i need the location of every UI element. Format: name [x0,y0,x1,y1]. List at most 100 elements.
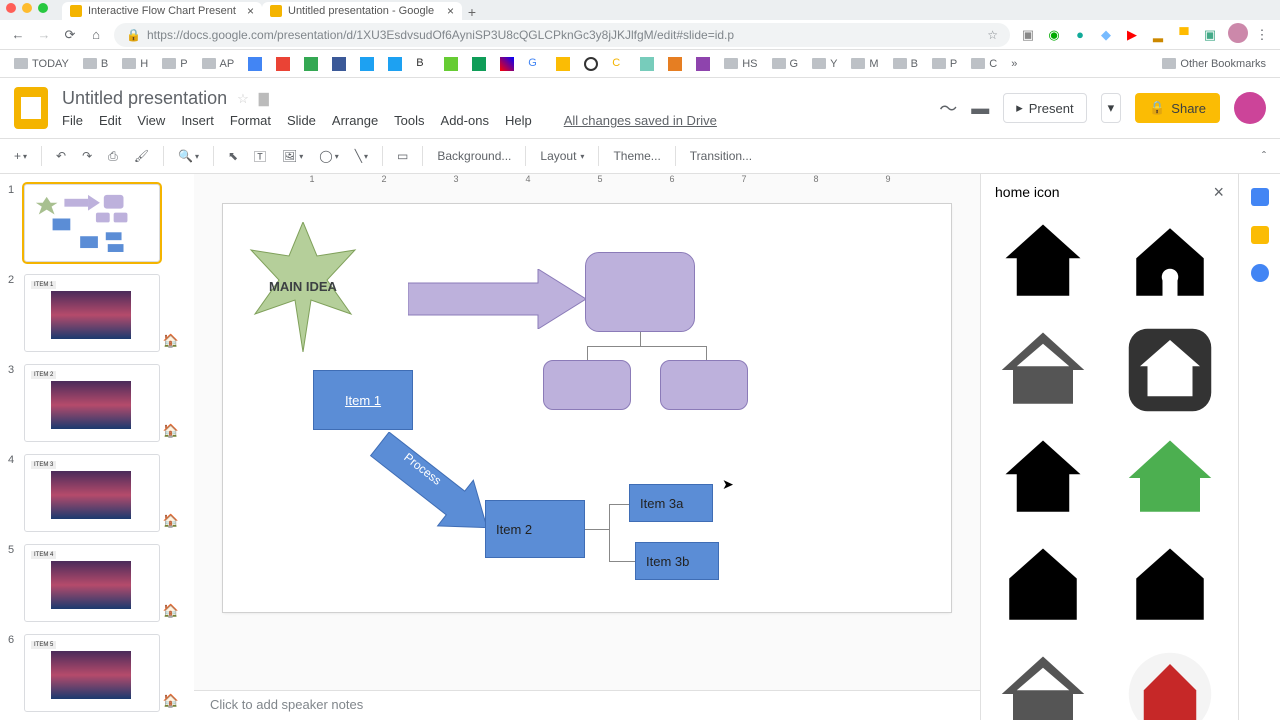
slide-thumbnail[interactable]: ITEM 5🏠 [24,634,160,712]
share-button[interactable]: 🔒 Share [1135,93,1220,123]
transition-button[interactable]: Transition... [684,145,758,167]
collapse-toolbar-icon[interactable]: ˆ [1256,145,1272,167]
bookmark[interactable] [384,55,406,73]
bookmark[interactable] [552,55,574,73]
bookmark[interactable] [468,55,490,73]
present-dropdown[interactable]: ▾ [1101,93,1122,123]
doc-title[interactable]: Untitled presentation [62,88,227,109]
image-result[interactable] [987,428,1099,528]
url-input[interactable]: 🔒 https://docs.google.com/presentation/d… [114,23,1010,47]
browser-tab[interactable]: Untitled presentation - Google × [262,2,462,20]
back-icon[interactable]: ← [10,27,26,42]
slide-thumbnail[interactable]: ITEM 3🏠 [24,454,160,532]
avatar-icon[interactable] [1228,23,1244,46]
slide-thumbnail[interactable]: ITEM 4🏠 [24,544,160,622]
image-result[interactable] [1114,536,1226,636]
textbox-tool[interactable]: 🅃 [248,144,272,169]
bookmark[interactable]: TODAY [10,56,73,72]
bookmark[interactable] [244,55,266,73]
shape-arrow[interactable] [408,269,586,329]
comment-tool[interactable]: ▭ [391,145,414,167]
bookmark[interactable]: C [608,55,630,73]
extension-icon[interactable]: ● [1072,27,1088,42]
bookmark[interactable] [496,55,518,73]
extension-icon[interactable]: ◆ [1098,27,1114,43]
save-status[interactable]: All changes saved in Drive [564,113,717,128]
keep-icon[interactable] [1251,226,1269,244]
menu-view[interactable]: View [137,113,165,128]
extension-icon[interactable]: ◉ [1046,27,1062,43]
extension-icon[interactable]: ▀ [1176,27,1192,42]
slide-thumbnail[interactable] [24,184,160,262]
bookmark[interactable] [440,55,462,73]
browser-tab[interactable]: Interactive Flow Chart Present × [62,2,262,20]
activity-icon[interactable]: 〜 [939,95,957,121]
bookmark[interactable]: HS [720,56,761,72]
bookmark[interactable] [300,55,322,73]
redo-button[interactable]: ↷ [76,145,98,167]
image-result[interactable] [987,536,1099,636]
line-tool[interactable]: ╲▾ [349,145,374,167]
print-button[interactable]: ⎙ [102,145,124,168]
bookmark[interactable]: M [847,56,882,72]
select-tool[interactable]: ⬉ [222,145,244,167]
bookmark[interactable] [692,55,714,73]
account-avatar[interactable] [1234,92,1266,124]
comments-icon[interactable]: ▬ [971,98,989,119]
tasks-icon[interactable] [1251,264,1269,282]
bookmark[interactable]: H [118,56,152,72]
reload-icon[interactable]: ⟳ [62,27,78,43]
home-icon[interactable]: ⌂ [88,27,104,42]
slides-logo-icon[interactable] [14,87,48,129]
menu-edit[interactable]: Edit [99,113,121,128]
menu-help[interactable]: Help [505,113,532,128]
layout-button[interactable]: Layout▾ [534,145,590,167]
bookmark[interactable] [580,55,602,73]
bookmark[interactable] [328,55,350,73]
bookmark[interactable] [272,55,294,73]
image-result[interactable] [987,320,1099,420]
present-button[interactable]: ▸ Present [1003,93,1086,123]
shape-rounded-rect[interactable] [660,360,748,410]
bookmark[interactable]: Y [808,56,841,72]
image-result[interactable] [1114,320,1226,420]
shape-rect-item3a[interactable]: Item 3a [629,484,713,522]
forward-icon[interactable]: → [36,27,52,42]
folder-icon[interactable]: ▇ [259,91,269,107]
extension-icon[interactable]: ▂ [1150,27,1166,43]
bookmark[interactable]: G [768,56,803,72]
slide[interactable]: MAIN IDEA Item 1 Process Item 2 Item 3a [223,204,951,612]
bookmark[interactable] [664,55,686,73]
star-icon[interactable]: ☆ [237,91,249,107]
image-result[interactable] [1114,644,1226,720]
bookmark[interactable]: P [158,56,191,72]
menu-addons[interactable]: Add-ons [441,113,489,128]
menu-tools[interactable]: Tools [394,113,424,128]
bookmark[interactable]: P [928,56,961,72]
bookmark[interactable]: B [79,56,112,72]
image-result[interactable] [1114,428,1226,528]
shape-star[interactable]: MAIN IDEA [243,222,363,352]
slide-thumbnail[interactable]: ITEM 1🏠 [24,274,160,352]
menu-file[interactable]: File [62,113,83,128]
background-button[interactable]: Background... [431,145,517,167]
paint-format-button[interactable]: 🖌 [128,145,155,167]
image-tool[interactable]: 🖼▾ [276,145,309,167]
image-result[interactable] [987,644,1099,720]
bookmark[interactable]: B [889,56,922,72]
slide-canvas[interactable]: 123456789 MAIN IDEA Item 1 Process Item … [194,174,980,720]
bookmark[interactable]: G [524,55,546,73]
window-controls[interactable] [6,3,48,13]
bookmark[interactable]: C [967,56,1001,72]
bookmarks-overflow[interactable]: » [1011,58,1017,70]
image-result[interactable] [1114,212,1226,312]
shape-rect-item1[interactable]: Item 1 [313,370,413,430]
explore-search-input[interactable] [995,184,1175,200]
slide-thumbnail[interactable]: ITEM 2🏠 [24,364,160,442]
bookmark[interactable]: B [412,55,434,73]
calendar-icon[interactable] [1251,188,1269,206]
bookmark[interactable]: AP [198,56,239,72]
zoom-button[interactable]: 🔍▾ [172,145,205,167]
shape-rect-item2[interactable]: Item 2 [485,500,585,558]
menu-arrange[interactable]: Arrange [332,113,378,128]
